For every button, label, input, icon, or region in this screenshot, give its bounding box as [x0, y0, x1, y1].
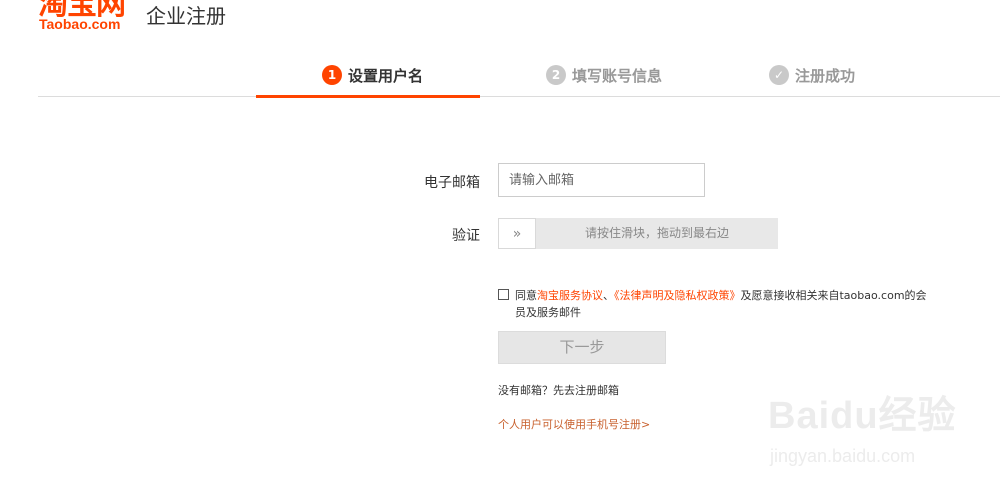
step-number-badge: 1 [322, 65, 342, 85]
baidu-jingyan-watermark: Baidu经验 [768, 395, 957, 437]
step-number-badge: 2 [546, 65, 566, 85]
step-label: 注册成功 [795, 66, 856, 85]
steps-divider [38, 96, 1000, 97]
service-agreement-link[interactable]: 淘宝服务协议 [537, 289, 603, 302]
verify-label: 验证 [452, 228, 480, 244]
step-label: 填写账号信息 [572, 66, 663, 85]
legal-privacy-link[interactable]: 《法律声明及隐私权政策》 [614, 289, 741, 302]
taobao-logo-domain[interactable]: Taobao.com [39, 16, 120, 32]
email-label: 电子邮箱 [424, 175, 480, 191]
active-step-indicator [256, 95, 480, 98]
step-register-success: ✓ 注册成功 [769, 64, 855, 86]
step-label: 设置用户名 [348, 66, 424, 85]
agreement-checkbox[interactable] [498, 289, 509, 300]
slider-verify-track: » 请按住滑块，拖动到最右边 [498, 218, 778, 249]
watermark-url: jingyan.baidu.com [770, 446, 916, 466]
slider-hint: 请按住滑块，拖动到最右边 [584, 226, 729, 240]
email-input[interactable] [498, 163, 705, 197]
double-chevron-right-icon: » [512, 225, 522, 242]
page-title: 企业注册 [146, 4, 226, 28]
no-email-link[interactable]: 没有邮箱？先去注册邮箱 [498, 382, 619, 398]
slider-handle[interactable]: » [498, 218, 536, 249]
phone-register-link[interactable]: 个人用户可以使用手机号注册> [498, 416, 650, 432]
agreement-text: 同意淘宝服务协议、《法律声明及隐私权政策》及愿意接收相关来自taobao.com… [515, 289, 927, 319]
next-step-button[interactable]: 下一步 [498, 331, 666, 364]
check-icon: ✓ [769, 65, 789, 85]
step-fill-account-info: 2 填写账号信息 [546, 64, 662, 86]
step-set-username: 1 设置用户名 [322, 64, 423, 86]
